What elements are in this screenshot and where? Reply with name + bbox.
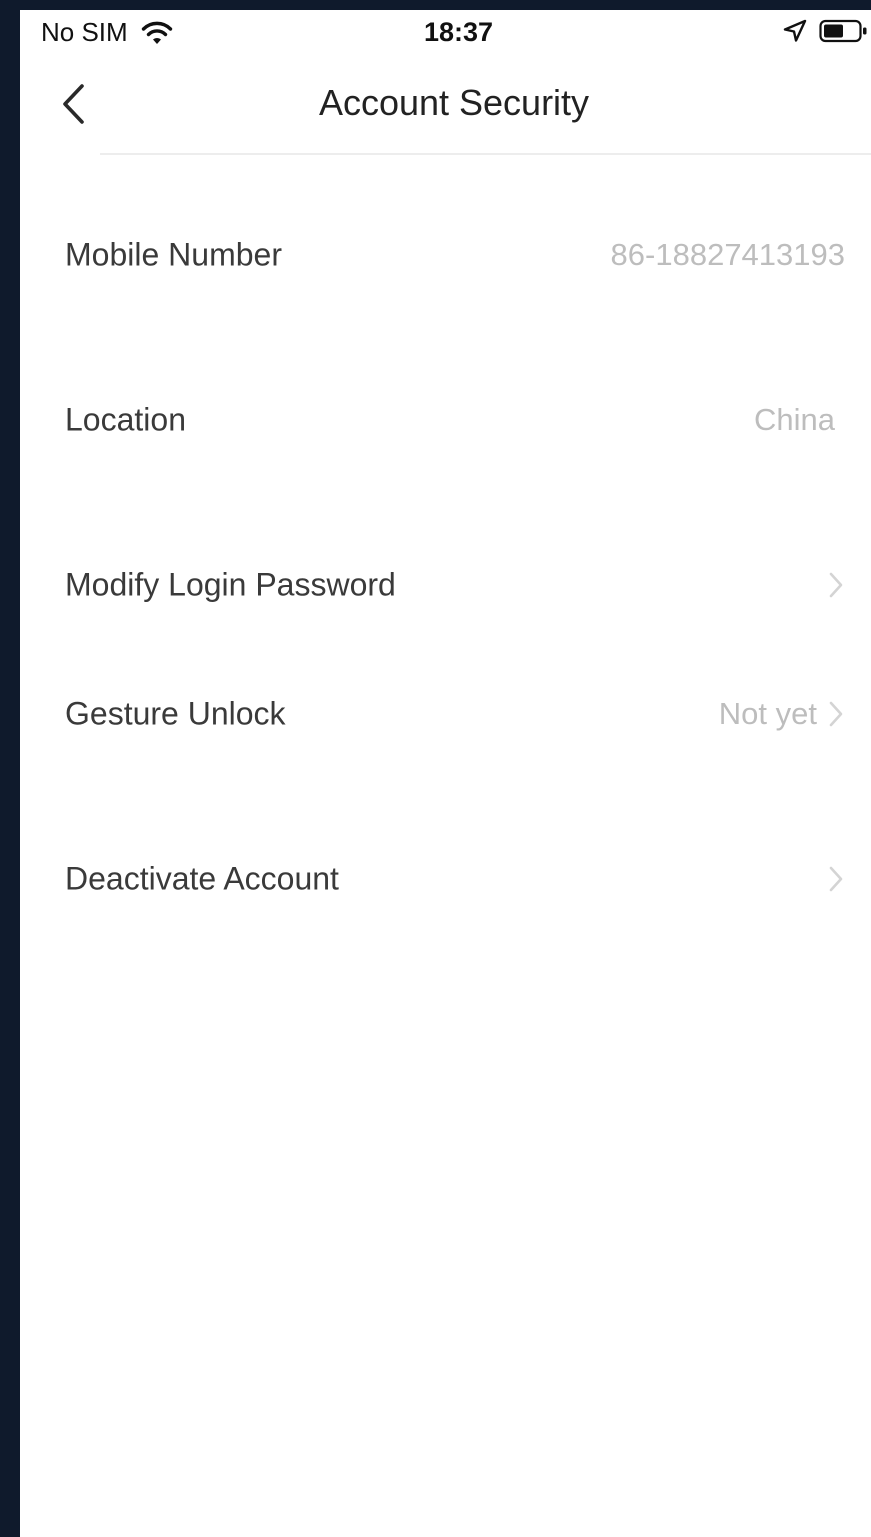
row-mobile-number: Mobile Number 86-18827413193 <box>20 210 871 300</box>
row-right: Not yet <box>719 696 845 732</box>
row-modify-login-password[interactable]: Modify Login Password <box>20 540 871 630</box>
screen: No SIM 18:37 Account Security Mobile Num… <box>20 10 871 1537</box>
status-right <box>783 18 869 44</box>
navigation-bar: Account Security <box>20 68 871 154</box>
row-deactivate-account[interactable]: Deactivate Account <box>20 834 871 924</box>
row-right <box>827 864 845 894</box>
location-arrow-icon <box>783 19 807 43</box>
row-label: Location <box>65 401 186 438</box>
row-label: Deactivate Account <box>65 860 339 897</box>
chevron-right-icon <box>827 699 845 729</box>
chevron-right-icon <box>827 864 845 894</box>
nav-divider <box>100 153 871 155</box>
row-right: 86-18827413193 <box>611 237 845 273</box>
location-value: China <box>754 402 835 437</box>
chevron-right-icon <box>827 570 845 600</box>
row-location: Location China <box>20 375 871 465</box>
mobile-number-value: 86-18827413193 <box>610 237 845 272</box>
row-label: Modify Login Password <box>65 566 396 603</box>
device-frame-top <box>0 0 871 10</box>
battery-icon <box>819 18 869 44</box>
page-title: Account Security <box>318 82 590 123</box>
row-right <box>827 570 845 600</box>
status-time: 18:37 <box>423 17 494 47</box>
row-right: China <box>754 402 835 438</box>
row-gesture-unlock[interactable]: Gesture Unlock Not yet <box>20 669 871 759</box>
row-label: Mobile Number <box>65 236 282 273</box>
row-label: Gesture Unlock <box>65 695 286 732</box>
gesture-unlock-value: Not yet <box>718 696 817 731</box>
status-bar: No SIM 18:37 <box>20 10 871 54</box>
